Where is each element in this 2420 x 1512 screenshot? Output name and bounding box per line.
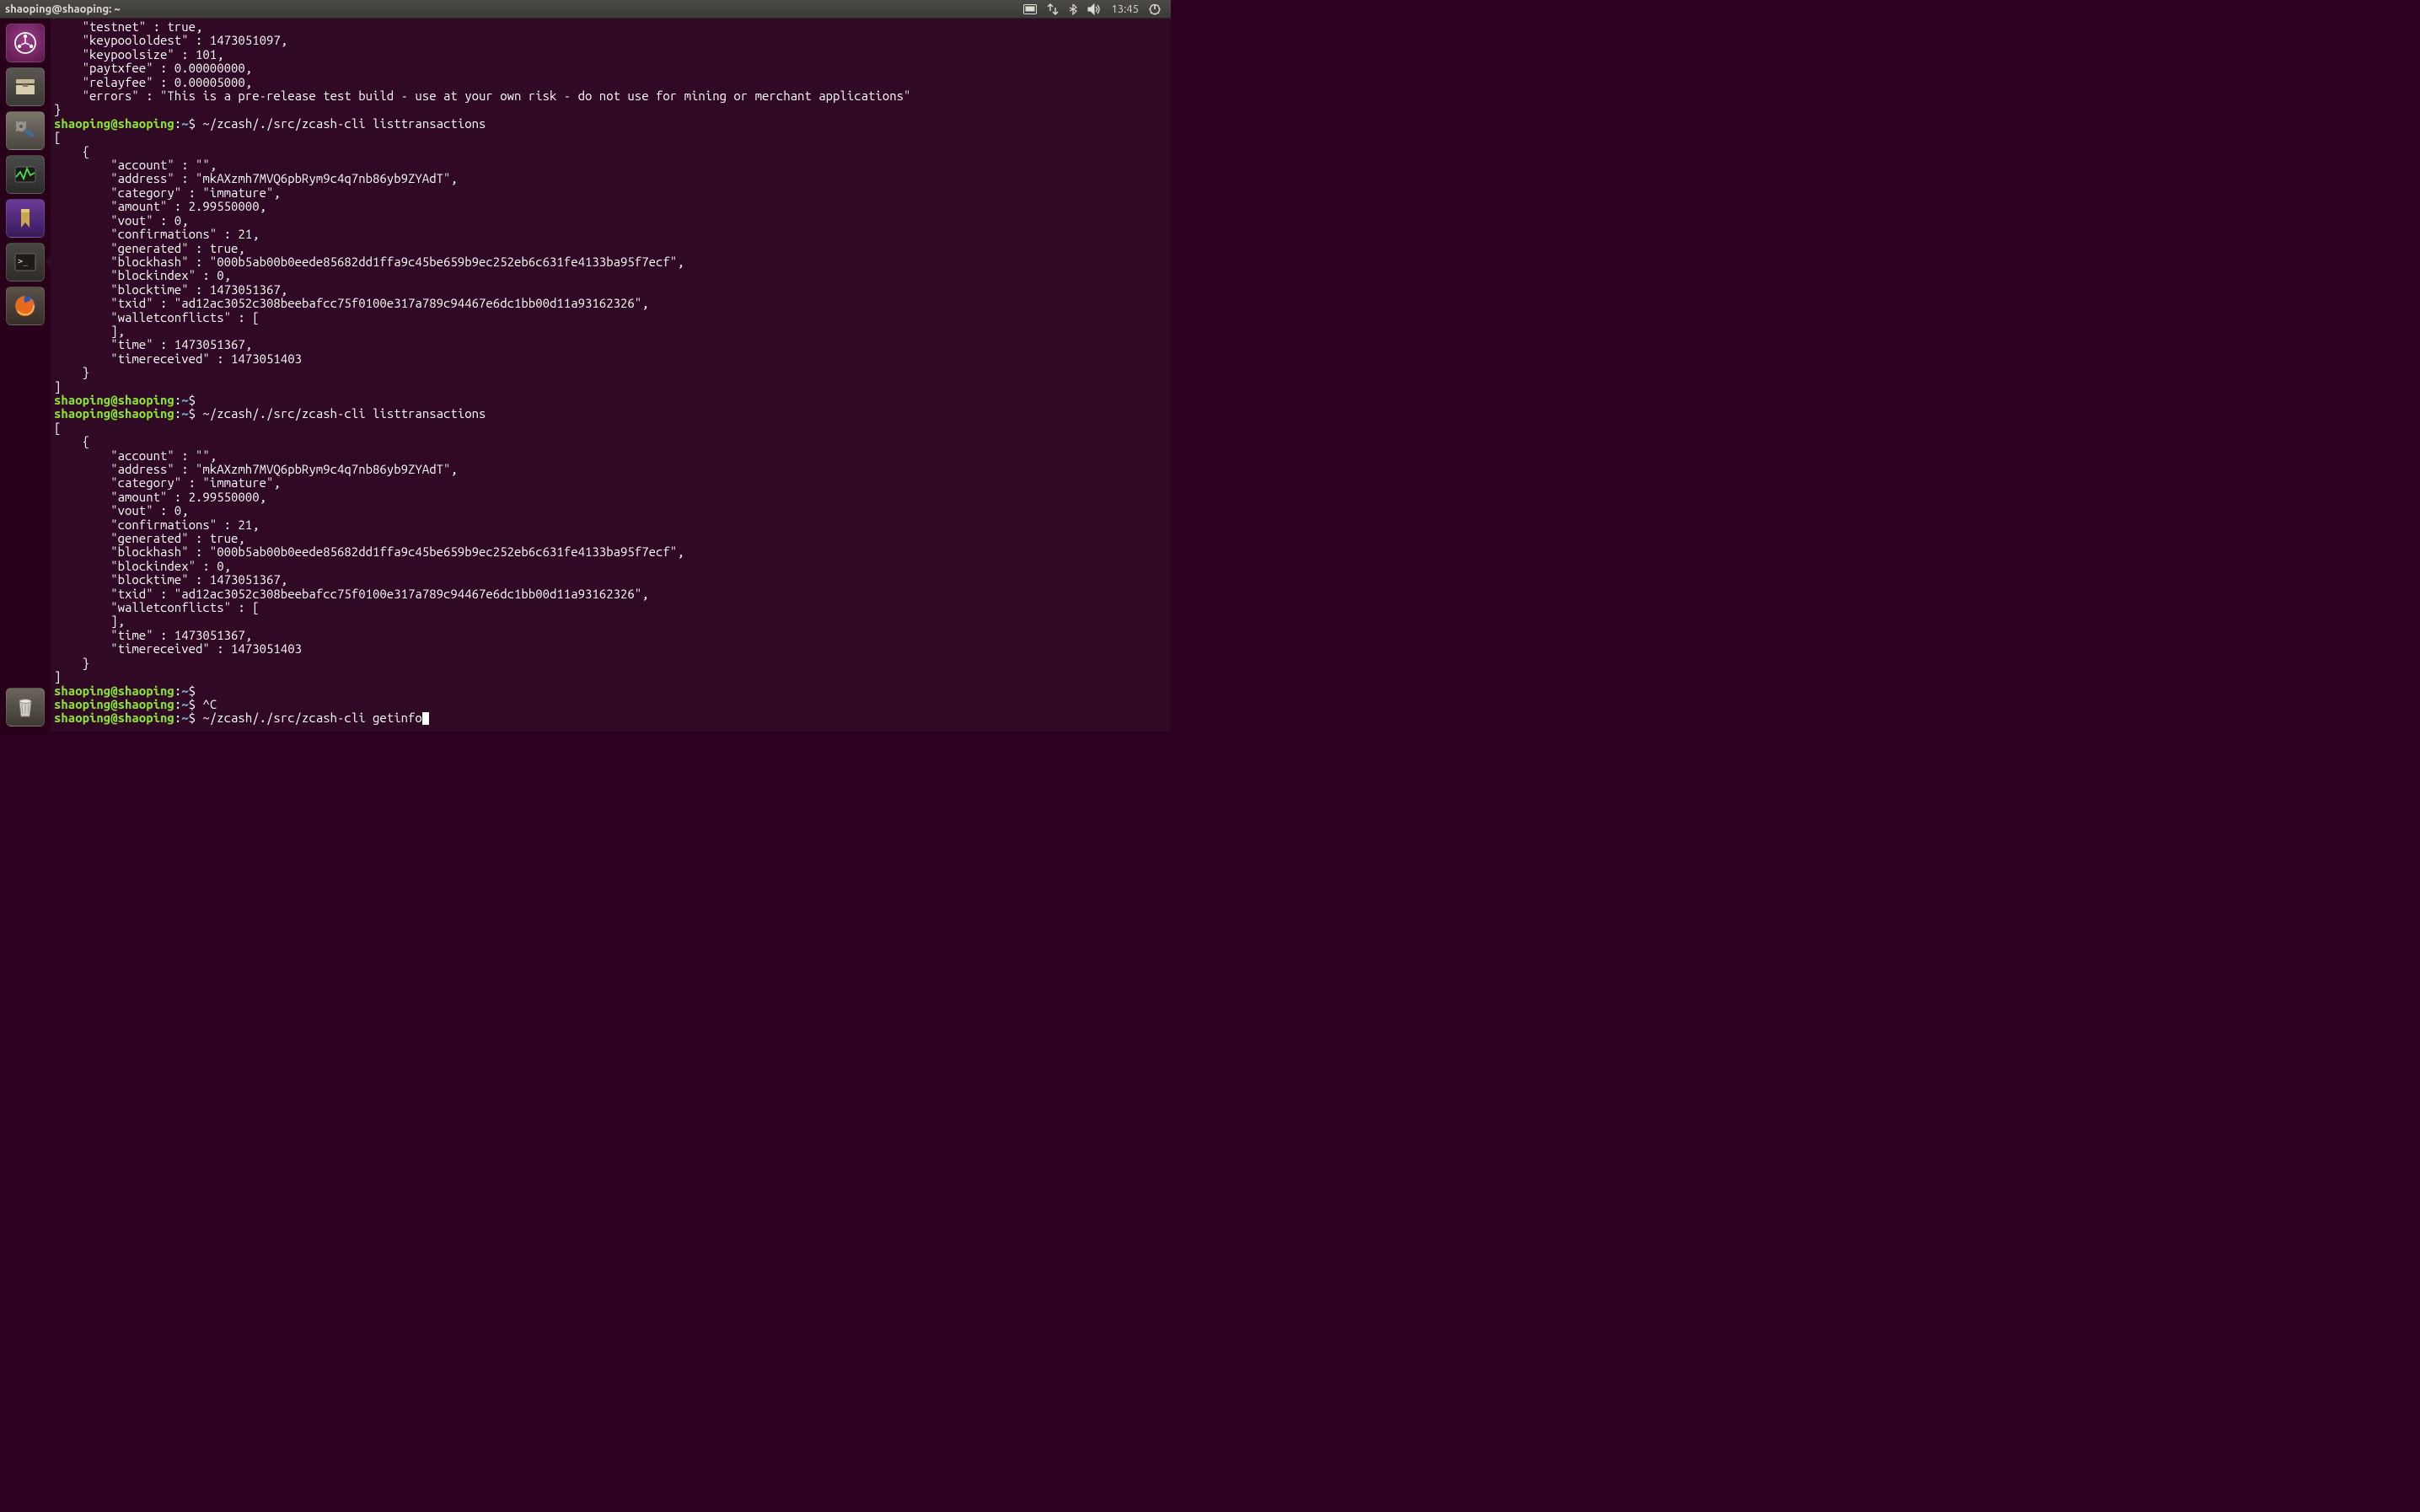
network-indicator-icon[interactable] — [1042, 0, 1064, 18]
prompt-user: shaoping@shaoping — [54, 393, 174, 407]
command-3: ~/zcash/./src/zcash-cli listtransactions — [196, 406, 486, 421]
svg-text:>_: >_ — [18, 257, 29, 266]
prompt-dollar: $ — [189, 697, 196, 711]
files-icon[interactable] — [6, 67, 45, 106]
prompt-colon: : — [174, 710, 181, 725]
command-1: ~/zcash/./src/zcash-cli listtransactions — [196, 116, 486, 131]
output-3: [ { "account" : "", "address" : "mkAXzmh… — [54, 421, 684, 684]
top-panel: shaoping@shaoping: ~ 13:45 — [0, 0, 1171, 19]
output-1: [ { "account" : "", "address" : "mkAXzmh… — [54, 130, 684, 393]
prompt-colon: : — [174, 684, 181, 698]
prompt-path: ~ — [181, 697, 188, 711]
app-purple-icon[interactable] — [6, 199, 45, 238]
prompt-user: shaoping@shaoping — [54, 697, 174, 711]
dash-icon[interactable] — [6, 24, 45, 62]
bluetooth-indicator-icon[interactable] — [1064, 0, 1082, 18]
command-5: ^C — [196, 697, 217, 711]
command-4 — [196, 684, 202, 698]
launcher: >_ — [0, 19, 51, 732]
terminal[interactable]: "testnet" : true, "keypoololdest" : 1473… — [51, 19, 1171, 732]
prompt-user: shaoping@shaoping — [54, 710, 174, 725]
prompt-dollar: $ — [189, 116, 196, 131]
prompt-dollar: $ — [189, 710, 196, 725]
prompt-path: ~ — [181, 393, 188, 407]
prompt-user: shaoping@shaoping — [54, 406, 174, 421]
system-monitor-icon[interactable] — [6, 155, 45, 194]
prompt-path: ~ — [181, 684, 188, 698]
settings-icon[interactable] — [6, 111, 45, 150]
prompt-dollar: $ — [189, 684, 196, 698]
keyboard-indicator-icon[interactable] — [1018, 0, 1042, 18]
command-2 — [196, 393, 202, 407]
sound-indicator-icon[interactable] — [1082, 0, 1106, 18]
prompt-user: shaoping@shaoping — [54, 684, 174, 698]
prompt-colon: : — [174, 393, 181, 407]
command-6: ~/zcash/./src/zcash-cli getinfo — [196, 710, 422, 725]
prompt-dollar: $ — [189, 406, 196, 421]
cursor — [422, 712, 429, 725]
prompt-path: ~ — [181, 406, 188, 421]
firefox-icon[interactable] — [6, 287, 45, 325]
terminal-icon[interactable]: >_ — [6, 243, 45, 281]
prompt-dollar: $ — [189, 393, 196, 407]
prompt-user: shaoping@shaoping — [54, 116, 174, 131]
window-title: shaoping@shaoping: ~ — [5, 3, 121, 15]
output-fragment-top: "testnet" : true, "keypoololdest" : 1473… — [54, 19, 910, 116]
session-indicator-icon[interactable] — [1144, 0, 1166, 18]
clock[interactable]: 13:45 — [1106, 3, 1144, 15]
trash-icon[interactable] — [6, 688, 45, 727]
prompt-colon: : — [174, 406, 181, 421]
prompt-colon: : — [174, 697, 181, 711]
prompt-path: ~ — [181, 116, 188, 131]
desktop: shaoping@shaoping: ~ 13:45 — [0, 0, 1171, 732]
prompt-path: ~ — [181, 710, 188, 725]
prompt-colon: : — [174, 116, 181, 131]
